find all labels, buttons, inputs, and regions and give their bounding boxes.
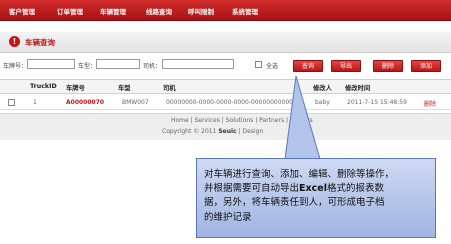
callout-line-4: 的维护记录	[204, 211, 252, 223]
callout-line-2: 并根据需要可自动导出Excel格式的报表数	[204, 182, 431, 196]
callout-line-3: 据，另外，将车辆责任到人，可形成电子档	[204, 197, 385, 209]
callout-line-2a: 并根据需要可自动导出	[204, 183, 300, 195]
callout-excel: Excel	[299, 183, 327, 195]
callout-line-1: 对车辆进行查询、添加、编辑、删除等操作，	[204, 169, 395, 180]
annotation-callout: 对车辆进行查询、添加、编辑、删除等操作， 并根据需要可自动导出Excel格式的报…	[196, 158, 436, 238]
callout-line-2c: 格式的报表数	[326, 183, 384, 195]
